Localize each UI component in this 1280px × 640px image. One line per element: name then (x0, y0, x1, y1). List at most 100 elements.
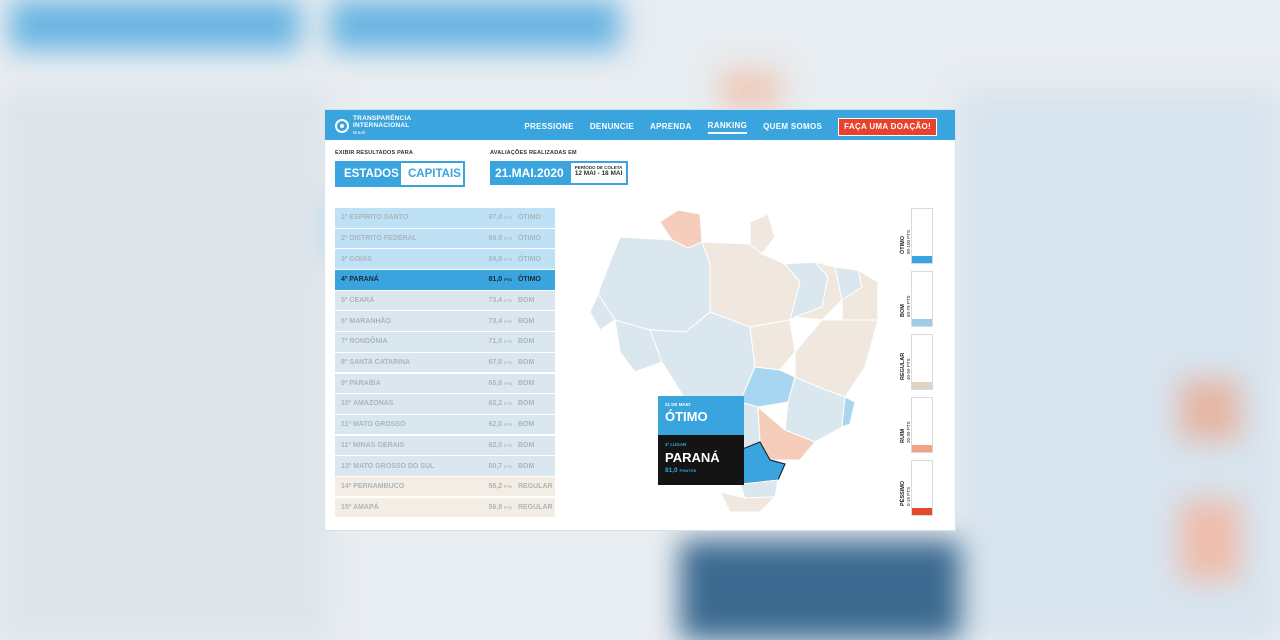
nav-quem-somos[interactable]: QUEM SOMOS (763, 121, 822, 133)
ranking-state-name: 7º RONDÔNIA (341, 338, 388, 346)
score-legend: ÓTIMO 80-100 PTS BOM 60-79 PTS REGULAR 40-59 … (900, 208, 933, 523)
ranking-state-name: 11º MATO GROSSO (341, 421, 406, 429)
ranking-class: REGULAR (517, 483, 553, 491)
tooltip-class: ÓTIMO (665, 409, 708, 424)
ranking-score: 81,0 (488, 276, 503, 284)
ranking-state-name: 5º CEARÁ (341, 297, 375, 304)
ranking-class: BOM (517, 338, 535, 346)
ranking-page: TRANSPARÊNCIA INTERNACIONAL Brasil PRESS… (325, 110, 955, 530)
ranking-pts-unit: PTS (504, 380, 512, 386)
filter-label: EXIBIR RESULTADOS PARA (335, 150, 414, 156)
ranking-class: BOM (517, 297, 535, 304)
tooltip-unit: PONTOS (679, 468, 697, 473)
ranking-state-name: 3º GOIÁS (341, 255, 372, 263)
state-tooltip: 21 DE MAIO ÓTIMO 4º LUGAR PARANÁ 81,0 PO… (658, 396, 744, 485)
ranking-score: 89,8 (488, 234, 503, 242)
ranking-pts-unit: PTS (504, 235, 512, 241)
ranking-class: ÓTIMO (517, 276, 541, 284)
ranking-pts-unit: PTS (504, 339, 512, 345)
legend-text: BOM 60-79 PTS (900, 277, 915, 317)
ranking-state-name: 13º MATO GROSSO DO SUL (341, 462, 435, 470)
legend-text: RUIM 20-39 PTS (900, 403, 915, 443)
date-box: 21.MAI.2020 PERÍODO DE COLETA 12 MAI - 1… (490, 161, 629, 185)
ranking-state-name: 14º PERNAMBUCO (341, 483, 405, 491)
ranking-state-name: 8º SANTA CATARINA (341, 359, 411, 367)
ranking-score: 60,7 (488, 462, 503, 470)
map-state-am[interactable] (597, 236, 711, 333)
legend-color-bar (912, 445, 932, 452)
ranking-row[interactable]: 11º MATO GROSSO 62,0 PTS BOM (335, 414, 555, 435)
ranking-state-name: 15º AMAPÁ (341, 503, 379, 511)
evaluation-date[interactable]: 21.MAI.2020 (490, 161, 569, 185)
tooltip-header: 21 DE MAIO ÓTIMO (658, 396, 744, 435)
nav-denuncie[interactable]: DENUNCIE (590, 121, 634, 133)
ranking-row[interactable]: 2º DISTRITO FEDERAL 89,8 PTS ÓTIMO (335, 228, 555, 249)
legend-range: 0-19 PTS (906, 486, 911, 506)
ranking-row[interactable]: 14º PERNAMBUCO 58,2 PTS REGULAR (335, 476, 555, 497)
ranking-row[interactable]: 1º ESPÍRITO SANTO 97,4 PTS ÓTIMO (335, 208, 555, 228)
ranking-score: 65,8 (488, 379, 503, 387)
ranking-score: 84,8 (488, 255, 503, 263)
ranking-row[interactable]: 9º PARAÍBA 65,8 PTS BOM (335, 373, 555, 393)
ranking-score: 71,5 (488, 338, 503, 346)
ranking-pts-unit: PTS (504, 215, 512, 221)
legend-text: ÓTIMO 80-100 PTS (900, 214, 915, 254)
ranking-class: BOM (517, 462, 535, 470)
evaluation-dates: AVALIAÇÕES REALIZADAS EM 21.MAI.2020 PER… (490, 150, 629, 185)
ranking-class: BOM (517, 400, 535, 408)
filter-toggle: ESTADOS CAPITAIS (335, 161, 465, 187)
legend-color-bar (912, 508, 932, 515)
tooltip-place: 4º LUGAR (665, 442, 687, 447)
legend-range: 60-79 PTS (906, 295, 911, 317)
nav-pressione[interactable]: PRESSIONE (524, 121, 573, 133)
ranking-row[interactable]: 10º AMAZONAS 63,2 PTS BOM (335, 394, 555, 414)
ranking-row[interactable]: 5º MARANHÃO 73,4 PTS BOM (335, 311, 555, 331)
period-value: 12 MAI - 18 MAI (574, 170, 623, 177)
ranking-row[interactable]: 13º MATO GROSSO DO SUL 60,7 PTS BOM (335, 456, 555, 476)
legend-text: PÉSSIMO 0-19 PTS (900, 466, 915, 506)
legend-item: REGULAR 40-59 PTS (900, 334, 933, 390)
ranking-score: 63,2 (488, 400, 503, 408)
tooltip-state: PARANÁ (665, 450, 720, 465)
nav-aprenda[interactable]: APRENDA (650, 121, 692, 133)
tooltip-score: 81,0 (665, 467, 678, 474)
ranking-pts-unit: PTS (504, 504, 512, 510)
ranking-class: BOM (517, 421, 535, 429)
ranking-state-name: 5º MARANHÃO (341, 317, 392, 325)
ranking-class: ÓTIMO (517, 255, 541, 263)
legend-range: 80-100 PTS (906, 229, 911, 254)
map-state-to[interactable] (749, 319, 796, 371)
logo-line2: INTERNACIONAL (353, 122, 410, 129)
ranking-score: 62,0 (488, 421, 503, 429)
ranking-pts-unit: PTS (504, 318, 512, 324)
ranking-score: 62,0 (488, 441, 503, 449)
ranking-class: BOM (517, 317, 535, 325)
capitais-button[interactable]: CAPITAIS (401, 161, 465, 187)
donate-button[interactable]: FAÇA UMA DOAÇÃO! (838, 118, 937, 136)
ranking-pts-unit: PTS (504, 298, 512, 303)
ranking-row[interactable]: 15º AMAPÁ 56,9 PTS REGULAR (335, 497, 555, 518)
ranking-class: ÓTIMO (517, 214, 541, 222)
ranking-state-name: 4º PARANÁ (341, 276, 379, 284)
ranking-pts-unit: PTS (504, 360, 512, 366)
ranking-row[interactable]: 4º PARANÁ 81,0 PTS ÓTIMO (335, 270, 555, 290)
ranking-row[interactable]: 5º CEARÁ 73,4 PTS BOM (335, 290, 555, 311)
nav-ranking[interactable]: RANKING (707, 120, 748, 134)
main-menu: PRESSIONE DENUNCIE APRENDA RANKING QUEM … (524, 118, 937, 136)
ranking-class: ÓTIMO (517, 234, 541, 242)
logo[interactable]: TRANSPARÊNCIA INTERNACIONAL Brasil (335, 115, 411, 136)
estados-button[interactable]: ESTADOS (335, 161, 401, 187)
ranking-pts-unit: PTS (504, 463, 512, 469)
ranking-class: REGULAR (517, 503, 553, 511)
ranking-row[interactable]: 8º SANTA CATARINA 67,0 PTS BOM (335, 352, 555, 373)
ranking-pts-unit: PTS (504, 442, 512, 448)
results-filter: EXIBIR RESULTADOS PARA ESTADOS CAPITAIS (335, 150, 465, 187)
legend-color-bar (912, 256, 932, 263)
ranking-state-name: 9º PARAÍBA (341, 379, 381, 387)
ranking-row[interactable]: 3º GOIÁS 84,8 PTS ÓTIMO (335, 249, 555, 269)
ranking-pts-unit: PTS (504, 277, 512, 283)
ranking-row[interactable]: 7º RONDÔNIA 71,5 PTS BOM (335, 332, 555, 352)
ranking-row[interactable]: 11º MINAS GERAIS 62,0 PTS BOM (335, 435, 555, 456)
tooltip-body: 4º LUGAR PARANÁ 81,0 PONTOS (658, 435, 744, 485)
logo-line1: TRANSPARÊNCIA (353, 115, 412, 122)
